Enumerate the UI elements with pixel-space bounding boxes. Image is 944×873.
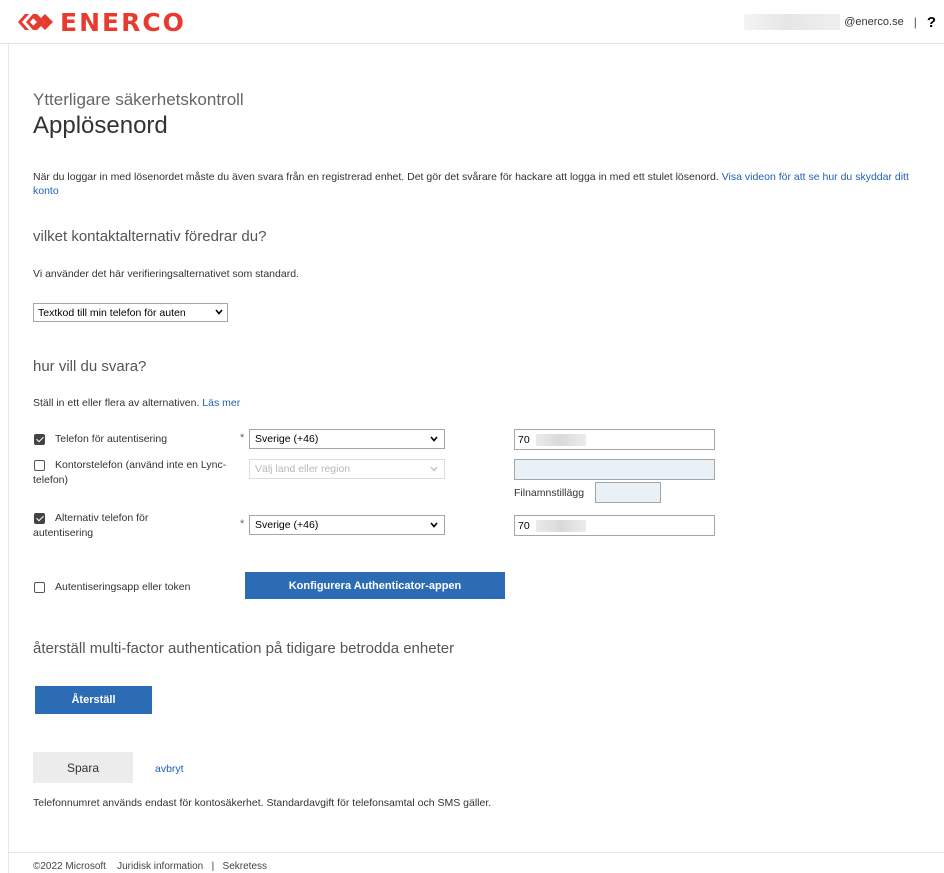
required-marker: * xyxy=(240,432,245,444)
office-phone-country-select[interactable]: Välj land eller region xyxy=(249,459,445,479)
user-domain[interactable]: @enerco.se xyxy=(844,16,903,28)
help-icon[interactable]: ? xyxy=(927,14,936,31)
alt-phone-label: Alternativ telefon för autentisering xyxy=(33,512,149,539)
footer: ©2022 Microsoft Juridisk information | S… xyxy=(33,861,267,872)
default-method-select[interactable]: Textkod till min telefon för auten xyxy=(33,303,228,322)
phone-redacted xyxy=(535,433,586,446)
extension-input[interactable] xyxy=(595,482,661,503)
page-title: Applösenord xyxy=(33,112,168,139)
copyright: ©2022 Microsoft xyxy=(33,861,106,872)
contact-heading: vilket kontaktalternativ föredrar du? xyxy=(33,228,267,245)
auth-phone-label: Telefon för autentisering xyxy=(55,433,168,445)
enerco-logo-icon xyxy=(18,14,53,30)
extension-label: Filnamnstillägg xyxy=(514,487,585,499)
top-bar: ENERCO @enerco.se | ? xyxy=(0,0,944,44)
footer-separator: | xyxy=(211,861,215,872)
auth-phone-checkbox[interactable] xyxy=(34,434,45,445)
office-phone-label: Kontorstelefon (använd inte en Lync-tele… xyxy=(33,459,227,486)
alt-phone-value: 70 xyxy=(518,519,530,532)
office-phone-input[interactable] xyxy=(514,459,715,480)
contact-text: Vi använder det här verifieringsalternat… xyxy=(33,268,299,280)
page-description: När du loggar in med lösenordet måste du… xyxy=(33,170,913,198)
auth-app-label: Autentiseringsapp eller token xyxy=(55,581,191,593)
alt-phone-country-value: Sverige (+46) xyxy=(255,519,319,531)
office-phone-country-placeholder: Välj land eller region xyxy=(255,463,351,475)
reset-button[interactable]: Återställ xyxy=(35,686,152,714)
configure-authenticator-button[interactable]: Konfigurera Authenticator-appen xyxy=(245,572,505,599)
footer-divider xyxy=(8,852,944,853)
learn-more-link[interactable]: Läs mer xyxy=(202,397,240,409)
alt-phone-country-select[interactable]: Sverige (+46) xyxy=(249,515,445,535)
save-button[interactable]: Spara xyxy=(33,752,133,783)
chevron-down-icon xyxy=(430,522,438,528)
answer-text-body: Ställ in ett eller flera av alternativen… xyxy=(33,397,203,409)
header-separator: | xyxy=(913,15,917,29)
required-marker: * xyxy=(240,518,245,530)
alt-phone-input[interactable]: 70 xyxy=(514,515,715,536)
cancel-link[interactable]: avbryt xyxy=(155,763,184,775)
auth-phone-country-value: Sverige (+46) xyxy=(255,433,319,445)
enerco-logo: ENERCO xyxy=(16,7,186,37)
page-subtitle: Ytterligare säkerhetskontroll xyxy=(33,90,244,109)
auth-app-checkbox[interactable] xyxy=(34,582,45,593)
user-area: @enerco.se | ? xyxy=(744,12,936,32)
answer-heading: hur vill du svara? xyxy=(33,358,147,375)
chevron-down-icon xyxy=(215,309,223,315)
reset-heading: återställ multi-factor authentication på… xyxy=(33,640,455,657)
brand-name: ENERCO xyxy=(60,7,186,37)
chevron-down-icon xyxy=(430,436,438,442)
auth-phone-country-select[interactable]: Sverige (+46) xyxy=(249,429,445,449)
default-method-value: Textkod till min telefon för auten xyxy=(38,306,186,319)
auth-phone-value: 70 xyxy=(518,433,530,446)
chevron-down-icon xyxy=(430,466,438,472)
answer-text: Ställ in ett eller flera av alternativen… xyxy=(33,397,240,409)
legal-link[interactable]: Juridisk information xyxy=(117,861,203,872)
description-text: När du loggar in med lösenordet måste du… xyxy=(33,171,722,183)
phone-usage-note: Telefonnumret används endast för kontosä… xyxy=(33,797,492,809)
auth-phone-input[interactable]: 70 xyxy=(514,429,715,450)
user-name-redacted xyxy=(744,14,841,30)
privacy-link[interactable]: Sekretess xyxy=(223,861,267,872)
phone-redacted xyxy=(535,519,586,532)
